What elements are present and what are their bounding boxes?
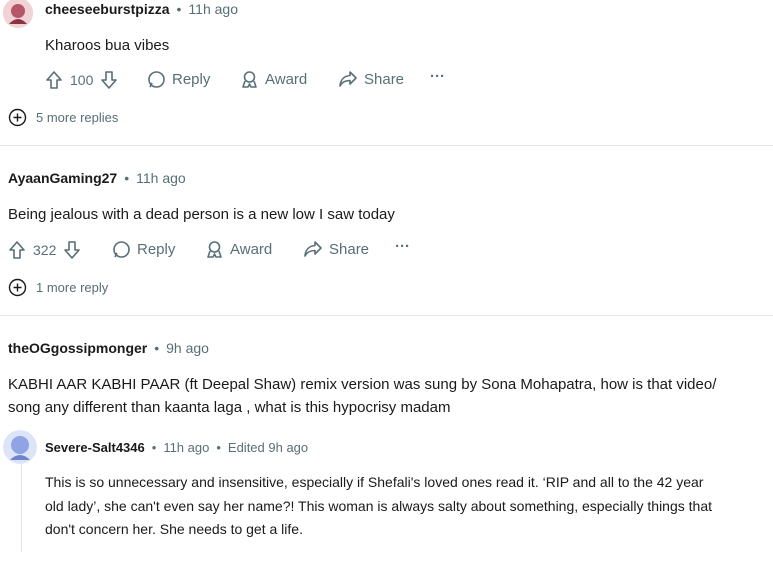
- reply-text-line: old lady’, she can't even say her name?!…: [45, 498, 712, 514]
- separator: •: [154, 340, 160, 356]
- more-options-icon[interactable]: ···: [395, 238, 410, 255]
- award-button[interactable]: Award: [205, 240, 272, 259]
- reply-text-line: don't concern her. She needs to get a li…: [45, 521, 303, 537]
- separator: •: [151, 440, 157, 455]
- comment-bubble-icon: [147, 70, 166, 89]
- share-button[interactable]: Share: [338, 70, 404, 89]
- thread-line: [21, 462, 22, 552]
- comment-text: Being jealous with a dead person is a ne…: [8, 206, 395, 223]
- divider: [0, 145, 773, 146]
- comment-header: theOGgossipmonger • 9h ago: [8, 340, 209, 356]
- vote-controls: 100: [45, 70, 118, 90]
- reply-button[interactable]: Reply: [112, 240, 175, 259]
- vote-count: 322: [33, 242, 57, 258]
- reply-text-line: This is so unnecessary and insensitive, …: [45, 474, 704, 490]
- more-replies-button[interactable]: 5 more replies: [8, 108, 118, 127]
- share-icon: [303, 240, 323, 259]
- comment-text-line: KABHI AAR KABHI PAAR (ft Deepal Shaw) re…: [8, 376, 717, 393]
- username[interactable]: cheeseeburstpizza: [45, 1, 170, 17]
- timestamp: 11h ago: [163, 440, 210, 455]
- vote-controls: 322: [8, 240, 81, 260]
- divider: [0, 315, 773, 316]
- reply-header: Severe-Salt4346 • 11h ago • Edited 9h ag…: [45, 440, 308, 455]
- upvote-icon[interactable]: [45, 70, 63, 90]
- separator: •: [176, 1, 182, 17]
- upvote-icon[interactable]: [8, 240, 26, 260]
- downvote-icon[interactable]: [100, 70, 118, 90]
- comment-header: AyaanGaming27 • 11h ago: [8, 170, 186, 186]
- award-button[interactable]: Award: [240, 70, 307, 89]
- more-replies-button[interactable]: 1 more reply: [8, 278, 108, 297]
- comment-header: cheeseeburstpizza • 11h ago: [45, 1, 238, 17]
- comment-text-line: song any different than kaanta laga , wh…: [8, 399, 451, 416]
- username[interactable]: Severe-Salt4346: [45, 440, 145, 455]
- more-options-icon[interactable]: ···: [430, 68, 445, 85]
- timestamp: 11h ago: [136, 170, 186, 186]
- reply-button[interactable]: Reply: [147, 70, 210, 89]
- edited-label: Edited 9h ago: [227, 440, 309, 455]
- separator: •: [216, 440, 221, 455]
- username[interactable]: theOGgossipmonger: [8, 340, 147, 356]
- separator: •: [124, 170, 130, 186]
- username[interactable]: AyaanGaming27: [8, 170, 117, 186]
- avatar[interactable]: [3, 0, 33, 28]
- downvote-icon[interactable]: [63, 240, 81, 260]
- plus-circle-icon: [8, 278, 27, 297]
- award-icon: [205, 240, 224, 259]
- share-button[interactable]: Share: [303, 240, 369, 259]
- plus-circle-icon: [8, 108, 27, 127]
- comment-bubble-icon: [112, 240, 131, 259]
- timestamp: 11h ago: [188, 1, 238, 17]
- share-icon: [338, 70, 358, 89]
- avatar[interactable]: [3, 430, 37, 464]
- timestamp: 9h ago: [166, 340, 209, 356]
- comment-text: Kharoos bua vibes: [45, 37, 170, 54]
- vote-count: 100: [70, 72, 94, 88]
- award-icon: [240, 70, 259, 89]
